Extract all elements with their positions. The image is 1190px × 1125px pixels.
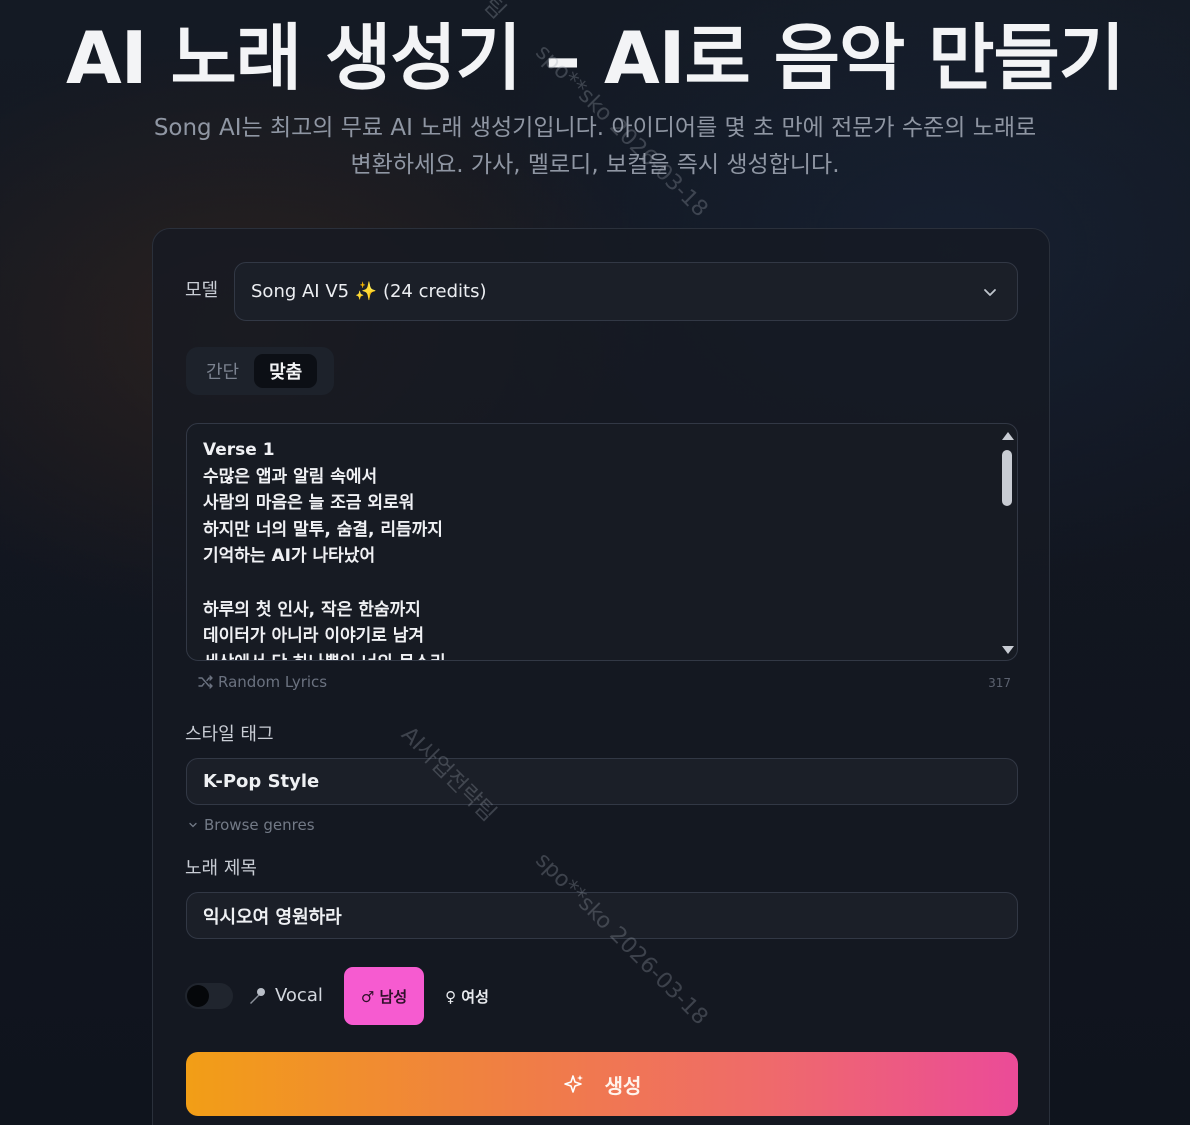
page-subtitle: Song AI는 최고의 무료 AI 노래 생성기입니다. 아이디어를 몇 초 … [153,115,1037,178]
browse-genres-label: Browse genres [204,816,315,834]
microphone-icon [250,987,265,1004]
page-title: AI 노래 생성기 – AI로 음악 만들기 [65,16,1125,100]
switch-knob [187,985,209,1007]
lyrics-text: Verse 1 수많은 앱과 알림 속에서 사람의 마음은 늘 조금 외로워 하… [203,440,446,660]
model-select[interactable]: Song AI V5 ✨ (24 credits) [234,262,1018,321]
style-tag-label: 스타일 태그 [185,724,274,745]
random-lyrics-label: Random Lyrics [218,673,328,691]
lyrics-textarea[interactable]: Verse 1 수많은 앱과 알림 속에서 사람의 마음은 늘 조금 외로워 하… [186,423,1018,661]
song-title-input[interactable]: 익시오여 영원하라 [186,892,1018,939]
song-title-value: 익시오여 영원하라 [203,906,342,928]
mode-toggle: 간단 맞춤 [186,347,334,395]
scroll-up-arrow-icon[interactable] [1002,432,1014,440]
scroll-down-arrow-icon[interactable] [1002,646,1014,654]
vocal-label-group: Vocal [247,985,323,1006]
shuffle-icon [198,675,213,689]
scroll-thumb[interactable] [1002,450,1012,506]
song-title-label: 노래 제목 [185,858,257,879]
chevron-down-icon [984,289,996,296]
generator-card: 모델 Song AI V5 ✨ (24 credits) 간단 맞춤 Verse… [152,228,1050,1125]
tab-simple[interactable]: 간단 [191,354,254,388]
character-count: 317 [988,676,1011,690]
vocal-toggle-switch[interactable] [185,983,233,1009]
generate-button[interactable]: 생성 [186,1052,1018,1116]
random-lyrics-button[interactable]: Random Lyrics [198,673,327,691]
tab-custom[interactable]: 맞춤 [254,354,318,388]
female-voice-button[interactable]: ♀ 여성 [437,967,497,1025]
model-selected-value: Song AI V5 ✨ (24 credits) [251,281,487,302]
generate-label: 생성 [604,1073,642,1098]
vocal-label: Vocal [275,985,323,1006]
male-voice-button[interactable]: ♂ 남성 [344,967,424,1025]
style-tag-value: K-Pop Style [203,771,320,792]
chevron-down-small-icon [189,822,197,828]
lyrics-scrollbar[interactable] [999,428,1015,658]
sparkles-icon [563,1075,583,1093]
browse-genres-button[interactable]: Browse genres [188,816,315,834]
style-tag-input[interactable]: K-Pop Style [186,758,1018,805]
model-label: 모델 [185,280,219,301]
